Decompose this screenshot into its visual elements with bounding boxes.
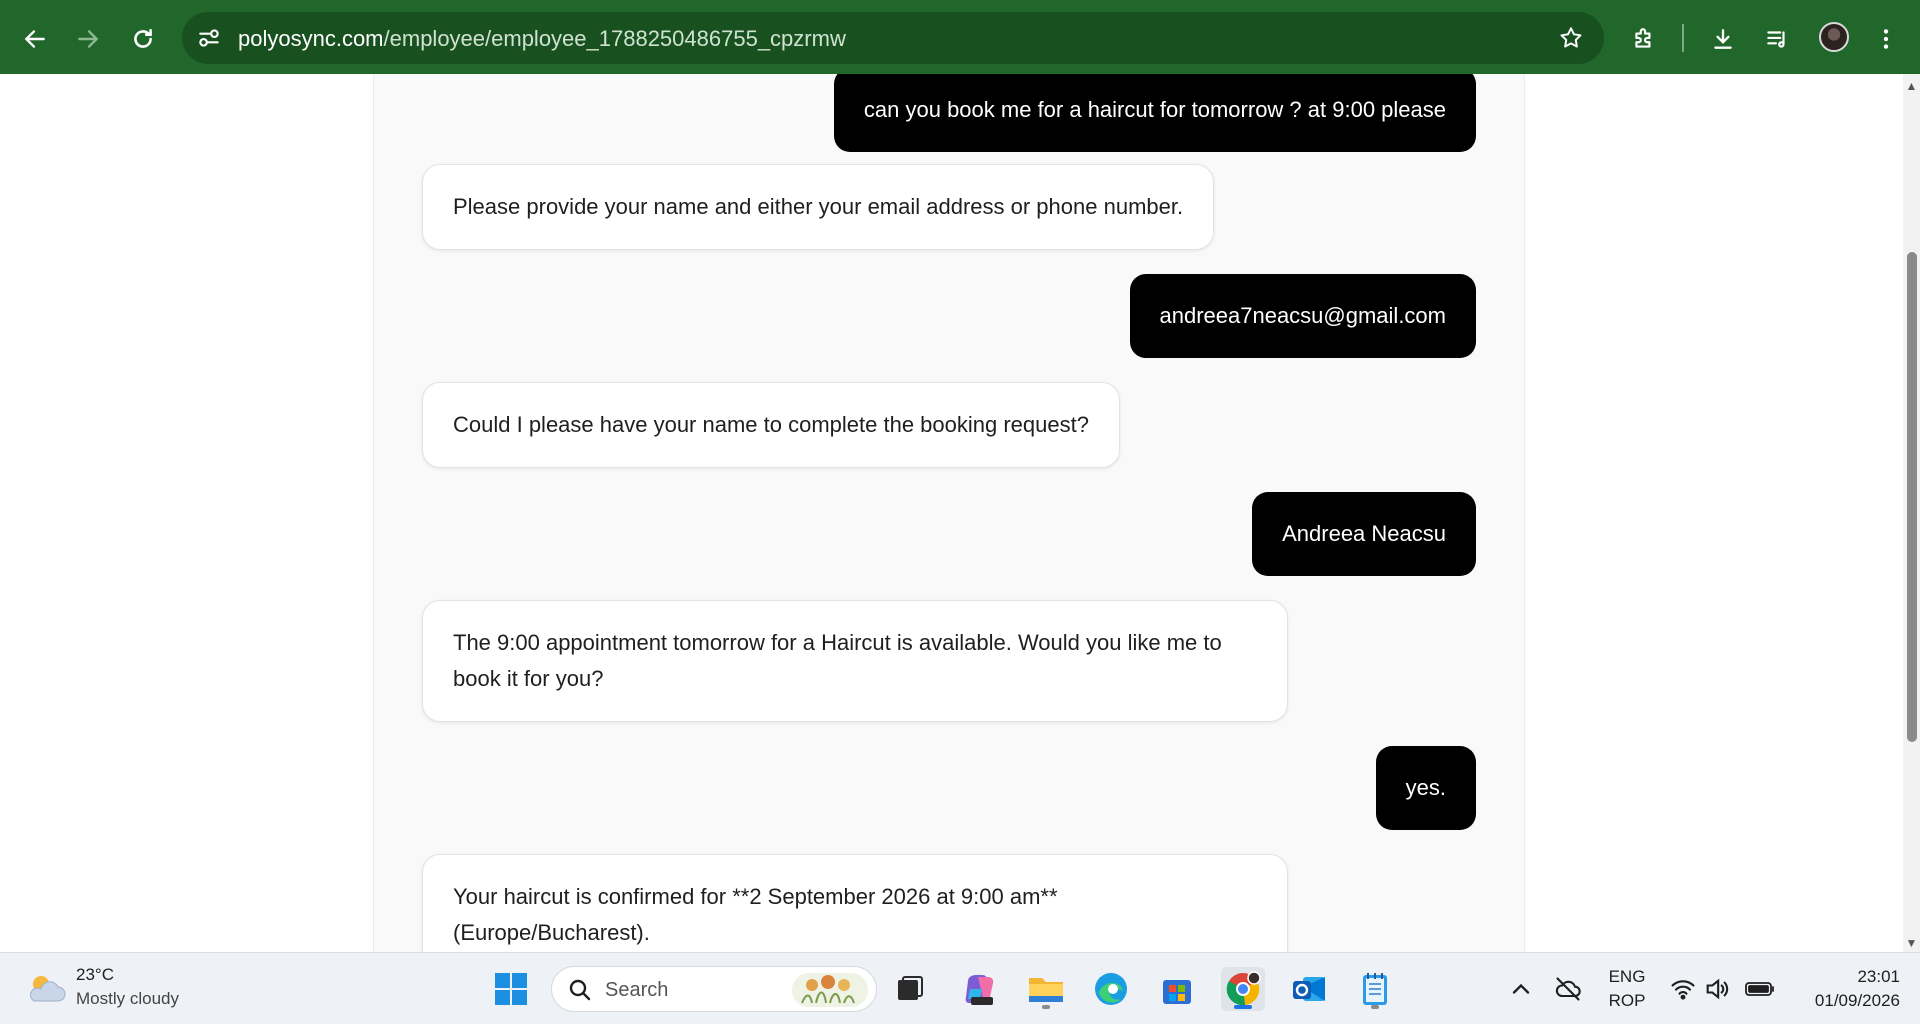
browser-toolbar: polyosync.com/employee/employee_17882504… — [0, 0, 1920, 74]
battery-icon[interactable] — [1744, 975, 1776, 1003]
volume-icon[interactable] — [1703, 975, 1731, 1003]
back-button[interactable] — [11, 15, 59, 63]
user-message: Andreea Neacsu — [1252, 492, 1476, 576]
chrome-browser-icon — [1226, 971, 1261, 1006]
reload-icon — [134, 29, 152, 48]
outlook-icon — [1293, 977, 1325, 1001]
site-settings-icon[interactable] — [196, 25, 222, 51]
bot-message: Your haircut is confirmed for **2 Septem… — [422, 854, 1288, 952]
user-message: yes. — [1375, 746, 1476, 830]
bot-message: Could I please have your name to complet… — [422, 382, 1120, 468]
taskbar-app-m365[interactable] — [958, 967, 1002, 1011]
downloads-button[interactable] — [1699, 15, 1747, 63]
active-indicator — [1234, 1005, 1252, 1009]
download-icon — [1714, 29, 1732, 49]
toolbar-divider — [1682, 24, 1684, 52]
taskbar-app-edge[interactable] — [1089, 967, 1133, 1011]
weather-description[interactable]: Mostly cloudy — [76, 989, 179, 1009]
scroll-up-arrow-icon[interactable]: ▲ — [1903, 78, 1920, 95]
onedrive-offline-icon[interactable] — [1554, 975, 1582, 1003]
store-icon — [1163, 980, 1191, 1004]
taskbar-search[interactable]: Search — [551, 966, 877, 1012]
media-control-button[interactable] — [1753, 15, 1801, 63]
arrow-left-icon — [24, 30, 45, 48]
scroll-down-arrow-icon[interactable]: ▼ — [1903, 935, 1920, 952]
weather-temperature[interactable]: 23°C — [76, 965, 114, 985]
profile-avatar[interactable] — [1819, 22, 1849, 52]
clock-date[interactable]: 01/09/2026 — [1796, 991, 1900, 1011]
search-highlight-icon — [792, 973, 868, 1007]
url-path: /employee/employee_1788250486755_cpzrmw — [383, 26, 846, 51]
wifi-icon[interactable] — [1669, 975, 1697, 1003]
taskbar-app-outlook[interactable] — [1287, 967, 1331, 1011]
task-view-icon — [898, 976, 923, 1000]
page-scrollbar[interactable]: ▲ ▼ — [1903, 74, 1920, 952]
arrow-right-icon — [78, 30, 99, 48]
search-icon — [569, 979, 591, 1001]
input-language-bottom[interactable]: ROP — [1604, 991, 1650, 1011]
input-language-top[interactable]: ENG — [1604, 967, 1650, 987]
browser-menu-button[interactable] — [1862, 15, 1910, 63]
taskbar-app-microsoft-store[interactable] — [1155, 967, 1199, 1011]
puzzle-icon — [1635, 28, 1651, 48]
chevron-up-icon[interactable] — [1507, 975, 1535, 1003]
url-domain: polyosync.com — [238, 26, 384, 51]
taskbar-app-notepad[interactable] — [1353, 967, 1397, 1011]
scrollbar-thumb[interactable] — [1907, 252, 1917, 742]
bookmark-star-icon[interactable] — [1558, 25, 1584, 51]
running-indicator — [1042, 1005, 1050, 1009]
address-bar[interactable]: polyosync.com/employee/employee_17882504… — [182, 12, 1604, 64]
web-page: can you book me for a haircut for tomorr… — [0, 74, 1903, 952]
reload-button[interactable] — [119, 15, 167, 63]
forward-button[interactable] — [64, 15, 112, 63]
taskbar-app-task-view[interactable] — [888, 967, 932, 1011]
clock-time[interactable]: 23:01 — [1796, 967, 1900, 987]
bot-message: Please provide your name and either your… — [422, 164, 1215, 250]
url-text[interactable]: polyosync.com/employee/employee_17882504… — [238, 26, 846, 52]
user-message: can you book me for a haircut for tomorr… — [833, 74, 1476, 152]
windows-taskbar: 23°C Mostly cloudy Search ENG ROP 23:01 … — [0, 952, 1920, 1024]
microsoft-365-copilot-icon — [965, 975, 994, 1005]
folder-icon — [1029, 978, 1063, 1002]
chat-thread: can you book me for a haircut for tomorr… — [373, 74, 1525, 952]
bot-message: The 9:00 appointment tomorrow for a Hair… — [422, 600, 1288, 722]
extensions-button[interactable] — [1620, 15, 1668, 63]
playlist-music-icon — [1767, 31, 1785, 48]
user-message: andreea7neacsu@gmail.com — [1129, 274, 1476, 358]
kebab-menu-icon — [1883, 29, 1889, 49]
edge-browser-icon — [1095, 973, 1127, 1005]
running-indicator — [1371, 1005, 1379, 1009]
start-button[interactable] — [489, 967, 533, 1011]
cloudy-weather-icon[interactable] — [24, 967, 68, 1011]
search-placeholder: Search — [605, 979, 669, 1001]
taskbar-app-chrome[interactable] — [1221, 967, 1265, 1011]
taskbar-app-file-explorer[interactable] — [1024, 967, 1068, 1011]
windows-logo-icon — [495, 973, 527, 1005]
notepad-icon — [1363, 973, 1387, 1005]
